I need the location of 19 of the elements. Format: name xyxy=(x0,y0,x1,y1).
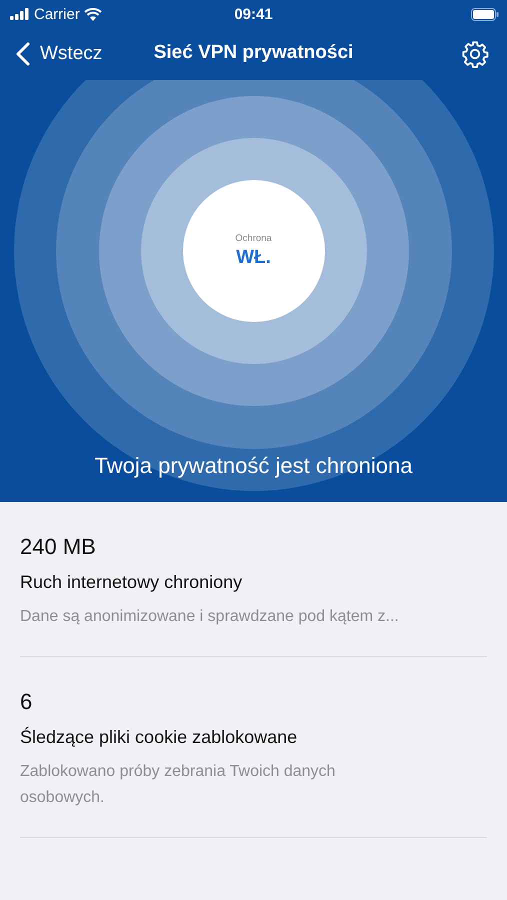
signal-icon xyxy=(10,8,30,20)
stat-value: 240 MB xyxy=(20,533,97,561)
protection-label: Ochrona xyxy=(235,233,272,244)
settings-button[interactable] xyxy=(461,40,489,68)
settings-icon xyxy=(461,40,489,68)
protection-status: WŁ. xyxy=(236,247,271,269)
stat-description: Dane są anonimizowane i sprawdzane pod kątem z... xyxy=(20,607,400,627)
stat-value: 6 xyxy=(20,688,34,716)
back-button[interactable]: Wstecz xyxy=(16,42,102,66)
battery-icon xyxy=(471,8,499,20)
clock: 09:41 xyxy=(234,6,273,22)
wifi-icon xyxy=(84,8,102,20)
chevron-left-icon xyxy=(16,42,30,66)
protection-caption: Twoja prywatność jest chroniona xyxy=(94,453,412,479)
stat-description: Zablokowano próby zebrania Twoich danych osobowych. xyxy=(20,762,336,808)
stat-title: Śledzące pliki cookie zablokowane xyxy=(20,726,298,749)
screen-title: Sieć VPN prywatności xyxy=(154,42,354,64)
stat-title: Ruch internetowy chroniony xyxy=(20,571,244,594)
carrier-label: Carrier xyxy=(34,6,80,22)
